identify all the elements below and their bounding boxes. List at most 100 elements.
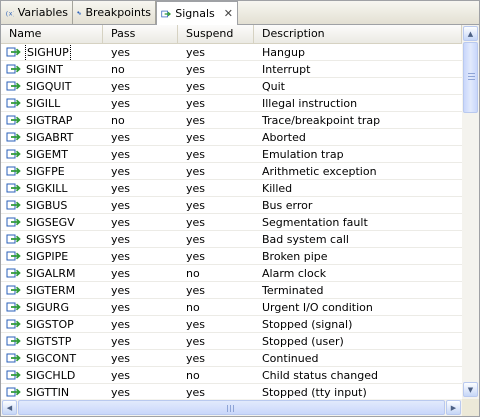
cell-pass[interactable]: yes	[103, 163, 178, 180]
cell-suspend[interactable]: yes	[178, 78, 254, 95]
table-row[interactable]: SIGCHLD yes no Child status changed	[1, 367, 462, 384]
cell-suspend[interactable]: yes	[178, 95, 254, 112]
cell-pass[interactable]: no	[103, 61, 178, 78]
cell-name[interactable]: SIGTRAP	[1, 112, 103, 129]
table-row[interactable]: SIGTSTP yes yes Stopped (user)	[1, 333, 462, 350]
table-row[interactable]: SIGSYS yes yes Bad system call	[1, 231, 462, 248]
column-header-suspend[interactable]: Suspend	[178, 25, 254, 43]
cell-pass[interactable]: yes	[103, 95, 178, 112]
cell-name[interactable]: SIGHUP	[1, 43, 103, 61]
cell-suspend[interactable]: yes	[178, 384, 254, 400]
cell-suspend[interactable]: yes	[178, 282, 254, 299]
cell-suspend[interactable]: yes	[178, 146, 254, 163]
cell-suspend[interactable]: yes	[178, 44, 254, 61]
cell-name[interactable]: SIGURG	[1, 299, 103, 316]
cell-suspend[interactable]: yes	[178, 248, 254, 265]
cell-pass[interactable]: yes	[103, 231, 178, 248]
table-row[interactable]: SIGBUS yes yes Bus error	[1, 197, 462, 214]
cell-name[interactable]: SIGPIPE	[1, 248, 103, 265]
cell-name[interactable]: SIGSYS	[1, 231, 103, 248]
cell-name[interactable]: SIGCONT	[1, 350, 103, 367]
scroll-right-button[interactable]: ▶	[446, 400, 461, 415]
cell-pass[interactable]: yes	[103, 180, 178, 197]
cell-pass[interactable]: yes	[103, 299, 178, 316]
tab-breakpoints[interactable]: Breakpoints	[73, 1, 156, 24]
cell-name[interactable]: SIGKILL	[1, 180, 103, 197]
cell-pass[interactable]: no	[103, 112, 178, 129]
cell-pass[interactable]: yes	[103, 333, 178, 350]
table-row[interactable]: SIGKILL yes yes Killed	[1, 180, 462, 197]
cell-name[interactable]: SIGEMT	[1, 146, 103, 163]
cell-pass[interactable]: yes	[103, 265, 178, 282]
cell-pass[interactable]: yes	[103, 129, 178, 146]
cell-name[interactable]: SIGSTOP	[1, 316, 103, 333]
cell-suspend[interactable]: yes	[178, 316, 254, 333]
cell-suspend[interactable]: no	[178, 367, 254, 384]
cell-suspend[interactable]: yes	[178, 180, 254, 197]
table-row[interactable]: SIGEMT yes yes Emulation trap	[1, 146, 462, 163]
horizontal-scroll-thumb[interactable]	[18, 400, 445, 415]
scroll-up-button[interactable]: ▲	[463, 26, 478, 41]
cell-pass[interactable]: yes	[103, 248, 178, 265]
cell-name[interactable]: SIGQUIT	[1, 78, 103, 95]
vertical-scrollbar[interactable]: ▲ ▼	[462, 25, 479, 399]
cell-name[interactable]: SIGINT	[1, 61, 103, 78]
cell-name[interactable]: SIGTERM	[1, 282, 103, 299]
table-row[interactable]: SIGINT no yes Interrupt	[1, 61, 462, 78]
table-row[interactable]: SIGTERM yes yes Terminated	[1, 282, 462, 299]
scroll-left-button[interactable]: ◀	[2, 400, 17, 415]
table-row[interactable]: SIGURG yes no Urgent I/O condition	[1, 299, 462, 316]
cell-suspend[interactable]: yes	[178, 197, 254, 214]
table-row[interactable]: SIGALRM yes no Alarm clock	[1, 265, 462, 282]
cell-pass[interactable]: yes	[103, 316, 178, 333]
cell-suspend[interactable]: yes	[178, 112, 254, 129]
cell-suspend[interactable]: yes	[178, 231, 254, 248]
cell-name[interactable]: SIGTTIN	[1, 384, 103, 400]
cell-suspend[interactable]: yes	[178, 333, 254, 350]
table-row[interactable]: SIGHUP yes yes Hangup	[1, 43, 462, 61]
cell-pass[interactable]: yes	[103, 384, 178, 400]
tab-variables[interactable]: (x) Variables	[1, 1, 73, 24]
table-row[interactable]: SIGSEGV yes yes Segmentation fault	[1, 214, 462, 231]
cell-name[interactable]: SIGALRM	[1, 265, 103, 282]
table-row[interactable]: SIGCONT yes yes Continued	[1, 350, 462, 367]
column-header-name[interactable]: Name	[1, 25, 103, 43]
horizontal-scrollbar[interactable]: ◀ ▶	[1, 399, 462, 416]
cell-suspend[interactable]: yes	[178, 350, 254, 367]
cell-pass[interactable]: yes	[103, 146, 178, 163]
close-icon[interactable]: ✕	[224, 7, 233, 20]
table-row[interactable]: SIGPIPE yes yes Broken pipe	[1, 248, 462, 265]
column-header-pass[interactable]: Pass	[103, 25, 178, 43]
column-header-description[interactable]: Description	[254, 25, 462, 43]
cell-suspend[interactable]: yes	[178, 214, 254, 231]
table-row[interactable]: SIGTTIN yes yes Stopped (tty input)	[1, 384, 462, 399]
cell-pass[interactable]: yes	[103, 78, 178, 95]
cell-pass[interactable]: yes	[103, 350, 178, 367]
cell-suspend[interactable]: no	[178, 299, 254, 316]
tab-signals[interactable]: Signals ✕	[156, 1, 238, 25]
cell-pass[interactable]: yes	[103, 214, 178, 231]
cell-name[interactable]: SIGTSTP	[1, 333, 103, 350]
cell-name[interactable]: SIGILL	[1, 95, 103, 112]
cell-suspend[interactable]: yes	[178, 61, 254, 78]
vertical-scroll-thumb[interactable]	[463, 42, 478, 113]
cell-pass[interactable]: yes	[103, 197, 178, 214]
table-row[interactable]: SIGSTOP yes yes Stopped (signal)	[1, 316, 462, 333]
cell-suspend[interactable]: no	[178, 265, 254, 282]
table-row[interactable]: SIGQUIT yes yes Quit	[1, 78, 462, 95]
cell-pass[interactable]: yes	[103, 282, 178, 299]
table-row[interactable]: SIGILL yes yes Illegal instruction	[1, 95, 462, 112]
cell-name[interactable]: SIGFPE	[1, 163, 103, 180]
cell-name[interactable]: SIGABRT	[1, 129, 103, 146]
cell-suspend[interactable]: yes	[178, 129, 254, 146]
cell-pass[interactable]: yes	[103, 44, 178, 61]
cell-suspend[interactable]: yes	[178, 163, 254, 180]
scroll-down-button[interactable]: ▼	[463, 382, 478, 397]
table-row[interactable]: SIGFPE yes yes Arithmetic exception	[1, 163, 462, 180]
cell-pass[interactable]: yes	[103, 367, 178, 384]
cell-name[interactable]: SIGBUS	[1, 197, 103, 214]
cell-name[interactable]: SIGSEGV	[1, 214, 103, 231]
table-row[interactable]: SIGTRAP no yes Trace/breakpoint trap	[1, 112, 462, 129]
table-row[interactable]: SIGABRT yes yes Aborted	[1, 129, 462, 146]
cell-name[interactable]: SIGCHLD	[1, 367, 103, 384]
